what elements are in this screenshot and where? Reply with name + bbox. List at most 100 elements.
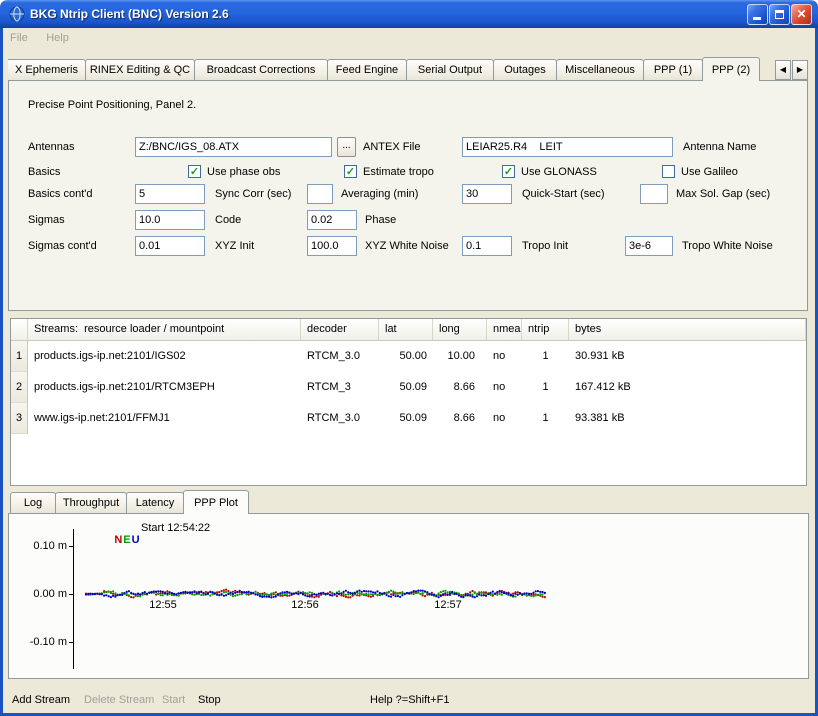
use-phase-obs-label: Use phase obs [207, 166, 280, 178]
sigma-phase-input[interactable] [307, 210, 357, 230]
use-phase-obs-checkbox[interactable]: ✓ [188, 165, 201, 178]
tab-latency[interactable]: Latency [126, 492, 184, 513]
chevron-right-icon: ▶ [797, 65, 803, 74]
minimize-icon [753, 17, 761, 20]
bottom-tab-bar: Log Throughput Latency PPP Plot [10, 492, 249, 513]
streams-header-row: Streams: resource loader / mountpoint de… [11, 319, 806, 341]
basics-contd-label: Basics cont'd [28, 188, 92, 200]
tab-outages[interactable]: Outages [493, 59, 557, 80]
window-border-left [0, 28, 3, 716]
header-long[interactable]: long [433, 319, 487, 341]
ntrip-cell: 1 [522, 341, 569, 372]
antenna-name-label: Antenna Name [683, 141, 756, 153]
sigma-code-input[interactable] [135, 210, 205, 230]
tab-ppp-2[interactable]: PPP (2) [702, 57, 760, 81]
maximize-button[interactable] [769, 4, 790, 25]
antenna-name-input[interactable] [462, 137, 673, 157]
start-button: Start [162, 694, 185, 706]
sigmas-label: Sigmas [28, 214, 65, 226]
tab-miscellaneous[interactable]: Miscellaneous [556, 59, 644, 80]
app-icon [9, 6, 25, 22]
stream-row[interactable]: 1 products.igs-ip.net:2101/IGS02 RTCM_3.… [11, 341, 806, 372]
ntrip-cell: 1 [522, 372, 569, 403]
x-tick-label: 12:57 [431, 599, 465, 611]
bytes-cell: 93.381 kB [569, 403, 806, 434]
close-icon: ✕ [792, 5, 811, 24]
tab-ppp-plot[interactable]: PPP Plot [183, 490, 249, 514]
tab-log[interactable]: Log [10, 492, 56, 513]
chevron-left-icon: ◀ [780, 65, 786, 74]
titlebar[interactable]: BKG Ntrip Client (BNC) Version 2.6 ✕ [0, 0, 818, 28]
main-tab-bar: X Ephemeris RINEX Editing & QC Broadcast… [8, 59, 760, 80]
bytes-cell: 30.931 kB [569, 341, 806, 372]
x-tick-label: 12:55 [146, 599, 180, 611]
row-number: 2 [11, 372, 28, 403]
close-button[interactable]: ✕ [791, 4, 812, 25]
row-number: 1 [11, 341, 28, 372]
tab-feed-engine[interactable]: Feed Engine [327, 59, 407, 80]
tropo-white-noise-input[interactable] [625, 236, 673, 256]
sigmas-contd-label: Sigmas cont'd [28, 240, 97, 252]
xyz-init-input[interactable] [135, 236, 205, 256]
x-tick-label: 12:56 [288, 599, 322, 611]
bytes-cell: 167.412 kB [569, 372, 806, 403]
minimize-button[interactable] [747, 4, 768, 25]
tab-broadcast-corrections[interactable]: Broadcast Corrections [194, 59, 328, 80]
nmea-cell: no [487, 403, 522, 434]
lat-cell: 50.09 [379, 403, 433, 434]
stream-row[interactable]: 3 www.igs-ip.net:2101/FFMJ1 RTCM_3.0 50.… [11, 403, 806, 434]
antex-file-label: ANTEX File [363, 141, 420, 153]
menu-bar: File Help [3, 28, 815, 50]
averaging-label: Averaging (min) [341, 188, 418, 200]
estimate-tropo-checkbox[interactable]: ✓ [344, 165, 357, 178]
mountpoint-cell: products.igs-ip.net:2101/RTCM3EPH [28, 372, 301, 403]
stream-row[interactable]: 2 products.igs-ip.net:2101/RTCM3EPH RTCM… [11, 372, 806, 403]
tab-throughput[interactable]: Throughput [55, 492, 127, 513]
stop-button[interactable]: Stop [198, 694, 221, 706]
long-cell: 8.66 [433, 372, 487, 403]
menu-file[interactable]: File [3, 29, 35, 47]
tropo-init-input[interactable] [462, 236, 512, 256]
tab-rinex-editing-qc[interactable]: RINEX Editing & QC [85, 59, 195, 80]
tab-rinex-ephemeris[interactable]: X Ephemeris [8, 59, 86, 80]
quick-start-label: Quick-Start (sec) [522, 188, 605, 200]
nmea-cell: no [487, 372, 522, 403]
menu-help[interactable]: Help [39, 29, 76, 47]
add-stream-button[interactable]: Add Stream [12, 694, 70, 706]
use-glonass-label: Use GLONASS [521, 166, 597, 178]
help-shortcut-label: Help ?=Shift+F1 [370, 694, 450, 706]
xyz-white-noise-input[interactable] [307, 236, 357, 256]
lat-cell: 50.00 [379, 341, 433, 372]
sync-corr-label: Sync Corr (sec) [215, 188, 291, 200]
mountpoint-cell: www.igs-ip.net:2101/FFMJ1 [28, 403, 301, 434]
tab-scroll-right-button[interactable]: ▶ [792, 60, 808, 80]
header-decoder[interactable]: decoder [301, 319, 379, 341]
maximize-icon [775, 10, 784, 19]
use-galileo-checkbox[interactable] [662, 165, 675, 178]
streams-table: Streams: resource loader / mountpoint de… [10, 318, 807, 486]
decoder-cell: RTCM_3 [301, 372, 379, 403]
long-cell: 8.66 [433, 403, 487, 434]
max-sol-gap-input[interactable] [640, 184, 668, 204]
browse-antex-button[interactable]: ... [337, 137, 356, 157]
xyz-init-label: XYZ Init [215, 240, 254, 252]
sync-corr-input[interactable] [135, 184, 205, 204]
header-ntrip[interactable]: ntrip [522, 319, 569, 341]
bnc-window: BKG Ntrip Client (BNC) Version 2.6 ✕ Fil… [0, 0, 818, 716]
window-title: BKG Ntrip Client (BNC) Version 2.6 [30, 7, 229, 21]
tab-scroll-left-button[interactable]: ◀ [775, 60, 791, 80]
use-glonass-checkbox[interactable]: ✓ [502, 165, 515, 178]
averaging-input[interactable] [307, 184, 333, 204]
delete-stream-button: Delete Stream [84, 694, 154, 706]
ppp-plot-points [9, 514, 808, 678]
header-bytes[interactable]: bytes [569, 319, 806, 341]
row-number: 3 [11, 403, 28, 434]
quick-start-input[interactable] [462, 184, 512, 204]
header-lat[interactable]: lat [379, 319, 433, 341]
antex-file-input[interactable] [135, 137, 332, 157]
tab-serial-output[interactable]: Serial Output [406, 59, 494, 80]
header-nmea[interactable]: nmea [487, 319, 522, 341]
header-mountpoint[interactable]: Streams: resource loader / mountpoint [28, 319, 301, 341]
tab-ppp-1[interactable]: PPP (1) [643, 59, 703, 80]
decoder-cell: RTCM_3.0 [301, 341, 379, 372]
